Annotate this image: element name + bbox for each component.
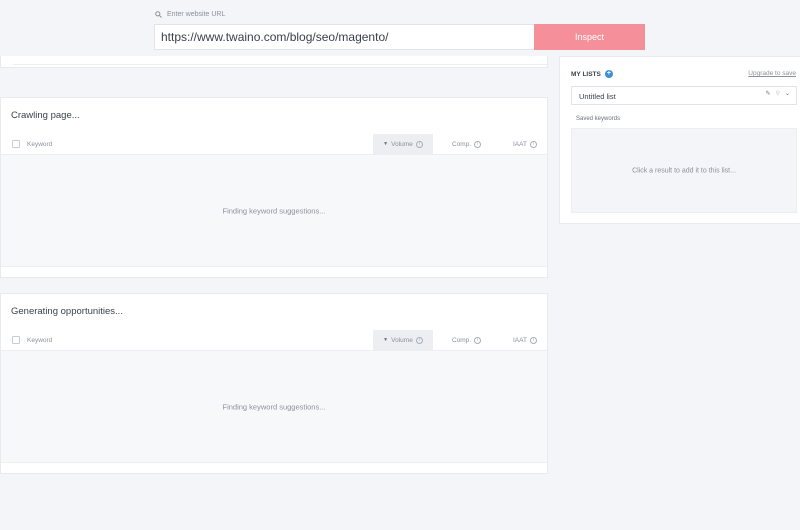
sort-down-icon: ▼ [383,337,389,343]
results-area: Finding keyword suggestions... [1,351,547,463]
column-keyword[interactable]: Keyword [27,330,52,351]
inspect-button[interactable]: Inspect [534,24,645,50]
column-comp[interactable]: Comp. i [452,134,482,155]
collapsed-panel [0,56,548,68]
column-comp[interactable]: Comp. i [452,330,482,351]
my-lists-sidebar: MY LISTS + Upgrade to save Untitled list… [559,56,800,224]
list-selector[interactable]: Untitled list ✎ ⚲ ⌄ [571,86,797,105]
info-icon[interactable]: i [415,141,423,148]
panel-title: Generating opportunities... [11,306,123,317]
lists-title: MY LISTS + [571,70,613,78]
saved-keywords-label: Saved keywords [576,116,621,122]
list-name: Untitled list [579,92,616,101]
url-label: Enter website URL [155,11,225,18]
info-icon[interactable]: i [474,337,482,344]
chevron-down-icon[interactable]: ⌄ [785,90,790,97]
info-icon[interactable]: i [529,337,537,344]
crawling-panel: Crawling page... Keyword ▼ Volume i Comp… [0,97,548,278]
column-volume[interactable]: ▼ Volume i [373,134,433,155]
saved-keywords-box: Click a result to add it to this list... [571,128,797,213]
info-icon[interactable]: i [474,141,482,148]
pencil-icon[interactable]: ✎ [766,90,771,97]
column-iaat[interactable]: IAAT i [513,134,537,155]
select-all-checkbox[interactable] [12,336,20,344]
select-all-checkbox[interactable] [12,140,20,148]
info-icon[interactable]: i [529,141,537,148]
column-volume[interactable]: ▼ Volume i [373,330,433,351]
column-iaat[interactable]: IAAT i [513,330,537,351]
search-icon [155,11,162,18]
url-label-text: Enter website URL [167,11,226,18]
info-icon[interactable]: i [415,337,423,344]
table-header: Keyword ▼ Volume i Comp. i IAAT i [1,134,547,155]
url-input[interactable] [154,24,534,50]
table-header: Keyword ▼ Volume i Comp. i IAAT i [1,330,547,351]
sort-down-icon: ▼ [383,141,389,147]
empty-list-message: Click a result to add it to this list... [632,167,736,174]
loading-message: Finding keyword suggestions... [222,402,326,411]
opportunities-panel: Generating opportunities... Keyword ▼ Vo… [0,293,548,474]
loading-message: Finding keyword suggestions... [222,206,326,215]
results-area: Finding keyword suggestions... [1,155,547,267]
search-icon[interactable]: ⚲ [776,90,780,97]
upgrade-link[interactable]: Upgrade to save [748,70,796,77]
panel-title: Crawling page... [11,110,80,121]
column-keyword[interactable]: Keyword [27,134,52,155]
add-list-icon[interactable]: + [604,70,613,78]
